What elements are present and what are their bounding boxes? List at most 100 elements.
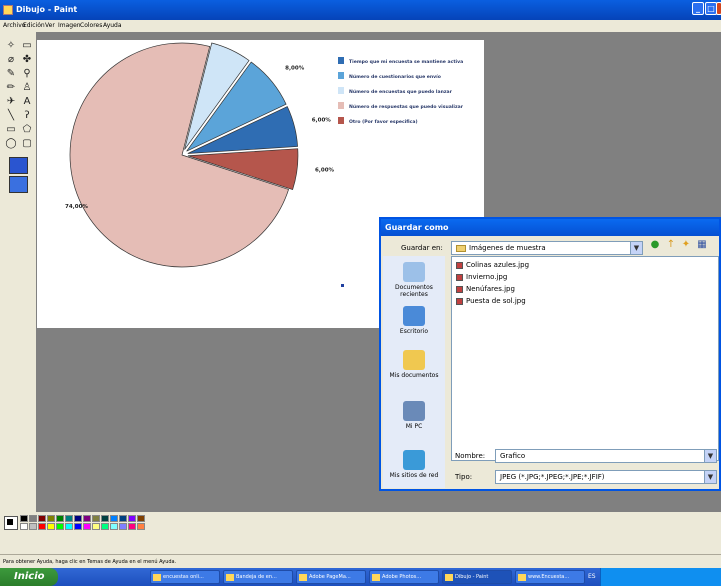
menu-bar: Archivo Edición Ver Imagen Colores Ayuda bbox=[0, 20, 721, 32]
palette-swatch[interactable] bbox=[110, 515, 118, 522]
window-title: Dibujo - Paint bbox=[16, 5, 78, 14]
data-label: 6,00% bbox=[312, 118, 332, 124]
tool-options-box bbox=[9, 157, 29, 197]
start-button[interactable]: Inicio bbox=[0, 568, 58, 586]
palette-swatch[interactable] bbox=[137, 523, 145, 530]
palette-swatch[interactable] bbox=[119, 515, 127, 522]
palette-swatch[interactable] bbox=[29, 523, 37, 530]
back-icon[interactable]: ● bbox=[649, 239, 661, 251]
filename-input[interactable]: Grafico ▼ bbox=[495, 449, 717, 463]
save-in-value: Imágenes de muestra bbox=[469, 244, 546, 252]
palette-swatch[interactable] bbox=[20, 515, 28, 522]
places-bar: Documentos recientes Escritorio Mis docu… bbox=[383, 256, 445, 488]
palette-swatch[interactable] bbox=[29, 515, 37, 522]
rounded-rect-icon[interactable]: ▢ bbox=[20, 138, 34, 150]
palette-swatch[interactable] bbox=[110, 523, 118, 530]
minimize-button[interactable]: _ bbox=[692, 2, 704, 15]
place-my-pc[interactable]: Mi PC bbox=[383, 401, 445, 430]
palette-swatch[interactable] bbox=[128, 515, 136, 522]
airbrush-icon[interactable]: ✈ bbox=[4, 96, 18, 108]
legend-swatch bbox=[338, 87, 344, 94]
palette-swatch[interactable] bbox=[101, 515, 109, 522]
fill-icon[interactable]: ✤ bbox=[20, 54, 34, 66]
filetype-select[interactable]: JPEG (*.JPG;*.JPEG;*.JPE;*.JFIF) ▼ bbox=[495, 470, 717, 484]
palette-swatch[interactable] bbox=[65, 515, 73, 522]
taskbar-item[interactable]: www.Encuesta... bbox=[515, 570, 585, 584]
menu-ayuda[interactable]: Ayuda bbox=[103, 22, 122, 29]
palette-swatch[interactable] bbox=[83, 515, 91, 522]
place-network[interactable]: Mis sitios de red bbox=[383, 450, 445, 479]
place-recent[interactable]: Documentos recientes bbox=[383, 262, 445, 298]
palette-swatch[interactable] bbox=[38, 523, 46, 530]
new-folder-icon[interactable]: ✦ bbox=[680, 239, 692, 251]
taskbar-item-active[interactable]: Dibujo - Paint bbox=[442, 570, 512, 584]
palette-swatch[interactable] bbox=[65, 523, 73, 530]
palette-swatch[interactable] bbox=[38, 515, 46, 522]
menu-ver[interactable]: Ver bbox=[45, 22, 55, 29]
palette-swatch[interactable] bbox=[47, 515, 55, 522]
eraser-icon[interactable]: ⌀ bbox=[4, 54, 18, 66]
legend-label: Número de encuestas que puedo lanzar bbox=[349, 88, 453, 95]
data-label: 8,00% bbox=[285, 65, 305, 71]
rectangle-icon[interactable]: ▭ bbox=[4, 124, 18, 136]
menu-edicion[interactable]: Edición bbox=[23, 22, 45, 29]
file-list: Colinas azules.jpg Invierno.jpg Nenúfare… bbox=[451, 256, 719, 461]
view-menu-icon[interactable]: ▦ bbox=[696, 239, 708, 251]
palette-swatch[interactable] bbox=[101, 523, 109, 530]
text-icon[interactable]: A bbox=[20, 96, 34, 108]
palette-swatch[interactable] bbox=[47, 523, 55, 530]
taskbar-item[interactable]: Adobe Photos... bbox=[369, 570, 439, 584]
file-item[interactable]: Colinas azules.jpg bbox=[456, 261, 529, 269]
folder-icon bbox=[456, 244, 466, 252]
paint-icon bbox=[445, 574, 453, 581]
taskbar-item[interactable]: encuestas onli... bbox=[150, 570, 220, 584]
place-my-documents[interactable]: Mis documentos bbox=[383, 350, 445, 379]
up-folder-icon[interactable]: ↑ bbox=[665, 239, 677, 251]
magnifier-icon[interactable]: ⚲ bbox=[20, 68, 34, 80]
filename-label: Nombre: bbox=[455, 452, 486, 460]
menu-imagen[interactable]: Imagen bbox=[58, 22, 81, 29]
chevron-down-icon[interactable]: ▼ bbox=[704, 450, 716, 462]
language-indicator[interactable]: ES bbox=[588, 573, 596, 580]
pencil-icon[interactable]: ✏ bbox=[4, 82, 18, 94]
taskbar-item[interactable]: Adobe PageMa... bbox=[296, 570, 366, 584]
chevron-down-icon[interactable]: ▼ bbox=[630, 242, 642, 254]
file-item[interactable]: Puesta de sol.jpg bbox=[456, 297, 526, 305]
opaque-option-icon[interactable] bbox=[9, 157, 28, 174]
palette-swatch[interactable] bbox=[119, 523, 127, 530]
ellipse-icon[interactable]: ◯ bbox=[4, 138, 18, 150]
title-bar: Dibujo - Paint _ □ bbox=[0, 0, 721, 20]
palette-swatch[interactable] bbox=[20, 523, 28, 530]
line-icon[interactable]: ╲ bbox=[4, 110, 18, 122]
file-item[interactable]: Nenúfares.jpg bbox=[456, 285, 515, 293]
legend-label: Número de respuestas que puedo visualiza… bbox=[349, 103, 464, 110]
color-picker-icon[interactable]: ✎ bbox=[4, 68, 18, 80]
status-text: Para obtener Ayuda, haga clic en Temas d… bbox=[3, 559, 177, 565]
menu-colores[interactable]: Colores bbox=[80, 22, 102, 29]
save-in-combo[interactable]: Imágenes de muestra ▼ bbox=[451, 241, 643, 255]
palette-swatch[interactable] bbox=[92, 515, 100, 522]
resize-handle[interactable] bbox=[341, 284, 344, 287]
chevron-down-icon[interactable]: ▼ bbox=[704, 471, 716, 483]
palette-swatch[interactable] bbox=[56, 515, 64, 522]
taskbar-item[interactable]: Bandeja de en... bbox=[223, 570, 293, 584]
palette-swatch[interactable] bbox=[137, 515, 145, 522]
curve-icon[interactable]: ʔ bbox=[20, 110, 34, 122]
legend-swatch bbox=[338, 57, 344, 64]
palette-swatch[interactable] bbox=[128, 523, 136, 530]
palette-swatch[interactable] bbox=[74, 523, 82, 530]
palette-swatch[interactable] bbox=[83, 523, 91, 530]
palette-swatch[interactable] bbox=[56, 523, 64, 530]
palette-swatch[interactable] bbox=[74, 515, 82, 522]
transparent-option-icon[interactable] bbox=[9, 176, 28, 193]
polygon-icon[interactable]: ⬠ bbox=[20, 124, 34, 136]
close-button[interactable] bbox=[716, 2, 721, 15]
file-item[interactable]: Invierno.jpg bbox=[456, 273, 507, 281]
rect-select-icon[interactable]: ▭ bbox=[20, 40, 34, 52]
legend-swatch bbox=[338, 117, 344, 124]
place-desktop[interactable]: Escritorio bbox=[383, 306, 445, 335]
brush-icon[interactable]: ♙ bbox=[20, 82, 34, 94]
toolbox: ✧ ▭ ⌀ ✤ ✎ ⚲ ✏ ♙ ✈ A ╲ ʔ ▭ ⬠ ◯ ▢ bbox=[0, 32, 36, 512]
free-select-icon[interactable]: ✧ bbox=[4, 40, 18, 52]
palette-swatch[interactable] bbox=[92, 523, 100, 530]
